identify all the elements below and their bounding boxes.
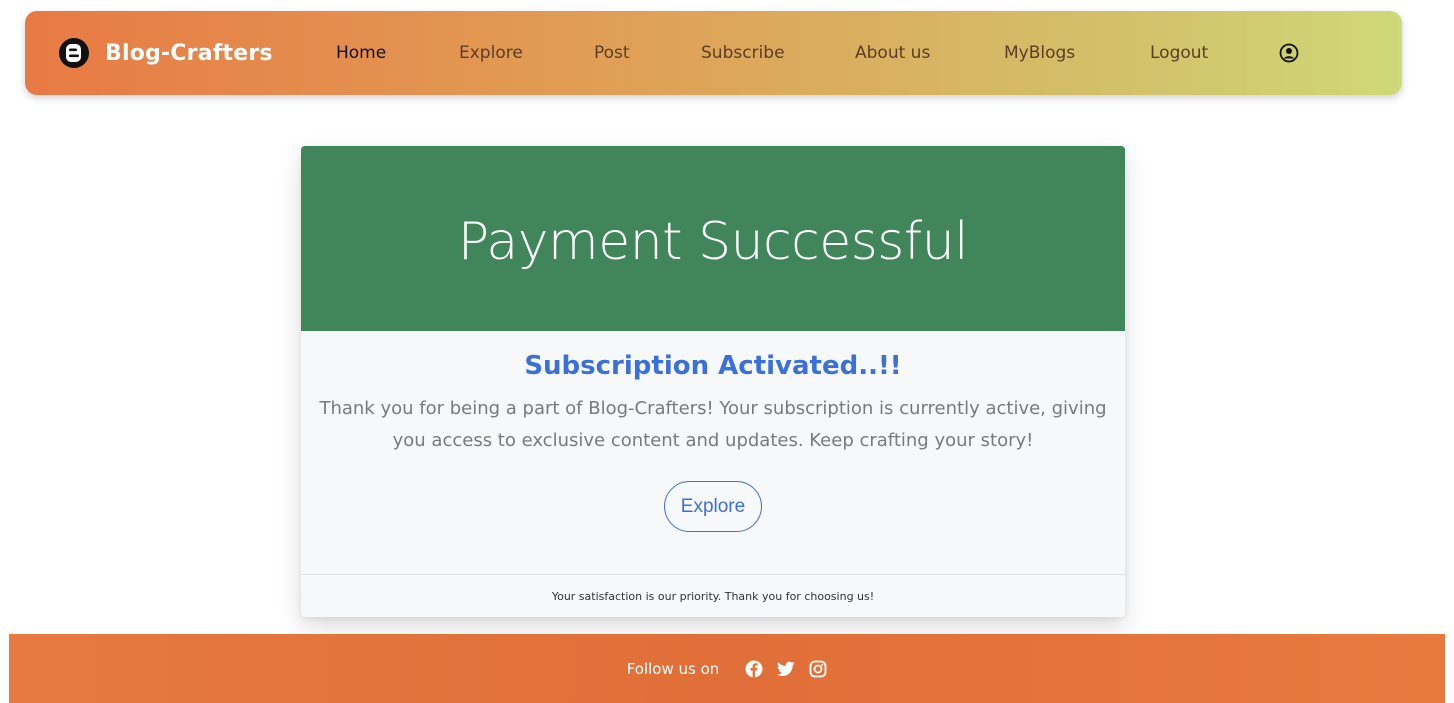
navbar: Blog-Crafters Home Explore Post Subscrib… (25, 11, 1402, 95)
thank-you-message: Thank you for being a part of Blog-Craft… (319, 398, 1107, 451)
page-title: Payment Successful (457, 211, 969, 272)
card-header: Payment Successful (301, 146, 1125, 331)
explore-button[interactable]: Explore (663, 481, 763, 532)
nav-explore[interactable]: Explore (459, 11, 523, 95)
nav-post[interactable]: Post (594, 11, 630, 95)
card-body: Subscription Activated..!! Thank you for… (301, 331, 1125, 532)
instagram-icon[interactable] (809, 660, 827, 678)
blogger-logo-icon (59, 38, 89, 68)
card-footer: Your satisfaction is our priority. Thank… (301, 574, 1125, 617)
brand-name: Blog-Crafters (105, 40, 273, 66)
brand[interactable]: Blog-Crafters (59, 11, 273, 95)
subscription-heading: Subscription Activated..!! (524, 351, 902, 381)
twitter-icon[interactable] (777, 661, 795, 677)
user-circle-icon[interactable] (1279, 11, 1299, 95)
card-footer-text: Your satisfaction is our priority. Thank… (551, 589, 875, 603)
page-footer: Follow us on (9, 634, 1445, 703)
nav-home[interactable]: Home (336, 11, 386, 95)
facebook-icon[interactable] (745, 660, 763, 678)
follow-us-text: Follow us on (626, 659, 720, 678)
social-links (731, 660, 827, 678)
nav-subscribe[interactable]: Subscribe (701, 11, 785, 95)
nav-about-us[interactable]: About us (855, 11, 930, 95)
nav-myblogs[interactable]: MyBlogs (1004, 11, 1075, 95)
payment-card: Payment Successful Subscription Activate… (301, 146, 1125, 617)
nav-logout[interactable]: Logout (1150, 11, 1208, 95)
